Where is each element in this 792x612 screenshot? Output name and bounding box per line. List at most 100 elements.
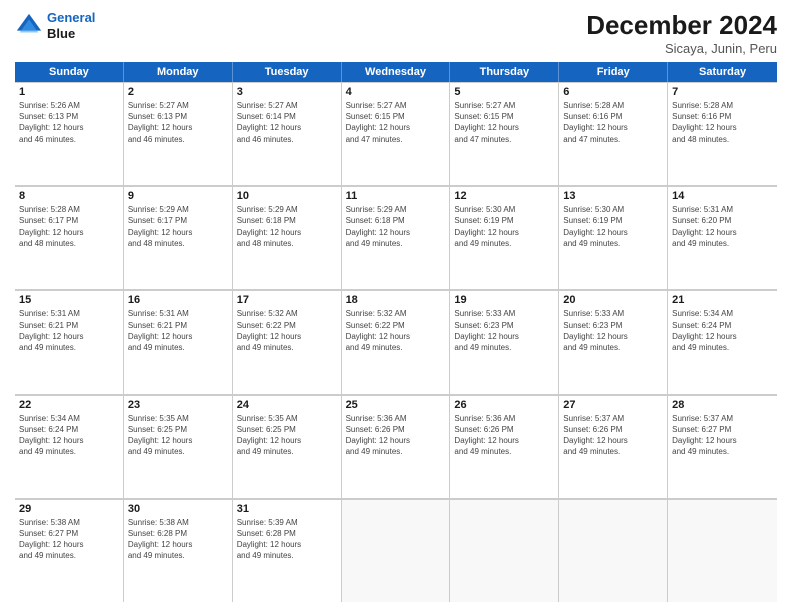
weekday-header: Wednesday	[342, 62, 451, 82]
day-info: Sunrise: 5:31 AM Sunset: 6:21 PM Dayligh…	[19, 308, 119, 353]
calendar-week-row: 29 Sunrise: 5:38 AM Sunset: 6:27 PM Dayli…	[15, 499, 777, 602]
logo: General Blue	[15, 10, 95, 41]
calendar-day-cell: 6 Sunrise: 5:28 AM Sunset: 6:16 PM Daylig…	[559, 82, 668, 185]
day-info: Sunrise: 5:30 AM Sunset: 6:19 PM Dayligh…	[454, 204, 554, 249]
calendar-day-cell: 10 Sunrise: 5:29 AM Sunset: 6:18 PM Dayli…	[233, 186, 342, 289]
day-info: Sunrise: 5:27 AM Sunset: 6:15 PM Dayligh…	[346, 100, 446, 145]
day-info: Sunrise: 5:35 AM Sunset: 6:25 PM Dayligh…	[237, 413, 337, 458]
day-info: Sunrise: 5:29 AM Sunset: 6:18 PM Dayligh…	[346, 204, 446, 249]
day-number: 30	[128, 503, 228, 515]
day-info: Sunrise: 5:33 AM Sunset: 6:23 PM Dayligh…	[454, 308, 554, 353]
calendar-day-cell: 27 Sunrise: 5:37 AM Sunset: 6:26 PM Dayli…	[559, 395, 668, 498]
day-number: 22	[19, 399, 119, 411]
day-info: Sunrise: 5:26 AM Sunset: 6:13 PM Dayligh…	[19, 100, 119, 145]
day-info: Sunrise: 5:29 AM Sunset: 6:17 PM Dayligh…	[128, 204, 228, 249]
calendar-week-row: 15 Sunrise: 5:31 AM Sunset: 6:21 PM Dayli…	[15, 290, 777, 394]
calendar-day-cell: 31Sunrise: 5:39 AM Sunset: 6:28 PM Dayli…	[233, 499, 342, 602]
calendar-day-cell: 25Sunrise: 5:36 AM Sunset: 6:26 PM Dayli…	[342, 395, 451, 498]
day-number: 16	[128, 294, 228, 306]
calendar-day-cell: 13Sunrise: 5:30 AM Sunset: 6:19 PM Dayli…	[559, 186, 668, 289]
day-info: Sunrise: 5:35 AM Sunset: 6:25 PM Dayligh…	[128, 413, 228, 458]
day-number: 10	[237, 190, 337, 202]
day-info: Sunrise: 5:28 AM Sunset: 6:17 PM Dayligh…	[19, 204, 119, 249]
location: Sicaya, Junin, Peru	[586, 41, 777, 56]
weekday-header: Saturday	[668, 62, 777, 82]
calendar-day-cell: 19 Sunrise: 5:33 AM Sunset: 6:23 PM Dayli…	[450, 290, 559, 393]
day-number: 3	[237, 86, 337, 98]
weekday-header: Sunday	[15, 62, 124, 82]
day-info: Sunrise: 5:36 AM Sunset: 6:26 PM Dayligh…	[454, 413, 554, 458]
day-number: 23	[128, 399, 228, 411]
day-info: Sunrise: 5:38 AM Sunset: 6:27 PM Dayligh…	[19, 517, 119, 562]
calendar-day-cell: 18Sunrise: 5:32 AM Sunset: 6:22 PM Dayli…	[342, 290, 451, 393]
day-info: Sunrise: 5:38 AM Sunset: 6:28 PM Dayligh…	[128, 517, 228, 562]
day-number: 29	[19, 503, 119, 515]
day-info: Sunrise: 5:37 AM Sunset: 6:26 PM Dayligh…	[563, 413, 663, 458]
day-number: 15	[19, 294, 119, 306]
calendar-day-cell: 30 Sunrise: 5:38 AM Sunset: 6:28 PM Dayli…	[124, 499, 233, 602]
logo-text: General Blue	[47, 10, 95, 41]
day-info: Sunrise: 5:33 AM Sunset: 6:23 PM Dayligh…	[563, 308, 663, 353]
day-info: Sunrise: 5:29 AM Sunset: 6:18 PM Dayligh…	[237, 204, 337, 249]
day-number: 8	[19, 190, 119, 202]
weekday-header: Friday	[559, 62, 668, 82]
day-number: 9	[128, 190, 228, 202]
title-section: December 2024 Sicaya, Junin, Peru	[586, 10, 777, 56]
calendar-day-cell: 17Sunrise: 5:32 AM Sunset: 6:22 PM Dayli…	[233, 290, 342, 393]
day-number: 5	[454, 86, 554, 98]
calendar-week-row: 1 Sunrise: 5:26 AM Sunset: 6:13 PM Daylig…	[15, 82, 777, 186]
page: General Blue December 2024 Sicaya, Junin…	[0, 0, 792, 612]
calendar-day-cell: 1 Sunrise: 5:26 AM Sunset: 6:13 PM Daylig…	[15, 82, 124, 185]
calendar-day-cell: 8 Sunrise: 5:28 AM Sunset: 6:17 PM Daylig…	[15, 186, 124, 289]
calendar-day-cell: 9 Sunrise: 5:29 AM Sunset: 6:17 PM Daylig…	[124, 186, 233, 289]
calendar-day-cell	[559, 499, 668, 602]
calendar-day-cell: 5Sunrise: 5:27 AM Sunset: 6:15 PM Daylig…	[450, 82, 559, 185]
calendar-day-cell: 14 Sunrise: 5:31 AM Sunset: 6:20 PM Dayli…	[668, 186, 777, 289]
calendar-day-cell: 24 Sunrise: 5:35 AM Sunset: 6:25 PM Dayli…	[233, 395, 342, 498]
calendar-day-cell: 3Sunrise: 5:27 AM Sunset: 6:14 PM Daylig…	[233, 82, 342, 185]
day-number: 4	[346, 86, 446, 98]
calendar: SundayMondayTuesdayWednesdayThursdayFrid…	[15, 62, 777, 602]
calendar-week-row: 8 Sunrise: 5:28 AM Sunset: 6:17 PM Daylig…	[15, 186, 777, 290]
day-info: Sunrise: 5:27 AM Sunset: 6:13 PM Dayligh…	[128, 100, 228, 145]
day-number: 19	[454, 294, 554, 306]
month-title: December 2024	[586, 10, 777, 41]
day-number: 14	[672, 190, 773, 202]
day-info: Sunrise: 5:34 AM Sunset: 6:24 PM Dayligh…	[672, 308, 773, 353]
day-number: 28	[672, 399, 773, 411]
calendar-day-cell: 23 Sunrise: 5:35 AM Sunset: 6:25 PM Dayli…	[124, 395, 233, 498]
calendar-day-cell: 4 Sunrise: 5:27 AM Sunset: 6:15 PM Daylig…	[342, 82, 451, 185]
weekday-header: Monday	[124, 62, 233, 82]
day-info: Sunrise: 5:28 AM Sunset: 6:16 PM Dayligh…	[672, 100, 773, 145]
day-number: 31	[237, 503, 337, 515]
day-number: 20	[563, 294, 663, 306]
calendar-day-cell: 20 Sunrise: 5:33 AM Sunset: 6:23 PM Dayli…	[559, 290, 668, 393]
day-number: 1	[19, 86, 119, 98]
day-number: 11	[346, 190, 446, 202]
day-info: Sunrise: 5:31 AM Sunset: 6:20 PM Dayligh…	[672, 204, 773, 249]
day-info: Sunrise: 5:30 AM Sunset: 6:19 PM Dayligh…	[563, 204, 663, 249]
logo-icon	[15, 12, 43, 40]
calendar-day-cell: 11 Sunrise: 5:29 AM Sunset: 6:18 PM Dayli…	[342, 186, 451, 289]
weekday-header: Tuesday	[233, 62, 342, 82]
day-number: 2	[128, 86, 228, 98]
header: General Blue December 2024 Sicaya, Junin…	[15, 10, 777, 56]
day-number: 27	[563, 399, 663, 411]
calendar-day-cell: 28Sunrise: 5:37 AM Sunset: 6:27 PM Dayli…	[668, 395, 777, 498]
calendar-day-cell: 15 Sunrise: 5:31 AM Sunset: 6:21 PM Dayli…	[15, 290, 124, 393]
day-number: 6	[563, 86, 663, 98]
calendar-day-cell: 29 Sunrise: 5:38 AM Sunset: 6:27 PM Dayli…	[15, 499, 124, 602]
calendar-day-cell: 12Sunrise: 5:30 AM Sunset: 6:19 PM Dayli…	[450, 186, 559, 289]
calendar-day-cell	[668, 499, 777, 602]
day-number: 26	[454, 399, 554, 411]
calendar-day-cell: 7 Sunrise: 5:28 AM Sunset: 6:16 PM Daylig…	[668, 82, 777, 185]
day-number: 24	[237, 399, 337, 411]
calendar-day-cell	[450, 499, 559, 602]
calendar-day-cell: 2 Sunrise: 5:27 AM Sunset: 6:13 PM Daylig…	[124, 82, 233, 185]
day-info: Sunrise: 5:34 AM Sunset: 6:24 PM Dayligh…	[19, 413, 119, 458]
day-number: 7	[672, 86, 773, 98]
day-number: 25	[346, 399, 446, 411]
day-info: Sunrise: 5:28 AM Sunset: 6:16 PM Dayligh…	[563, 100, 663, 145]
day-info: Sunrise: 5:32 AM Sunset: 6:22 PM Dayligh…	[346, 308, 446, 353]
day-info: Sunrise: 5:32 AM Sunset: 6:22 PM Dayligh…	[237, 308, 337, 353]
